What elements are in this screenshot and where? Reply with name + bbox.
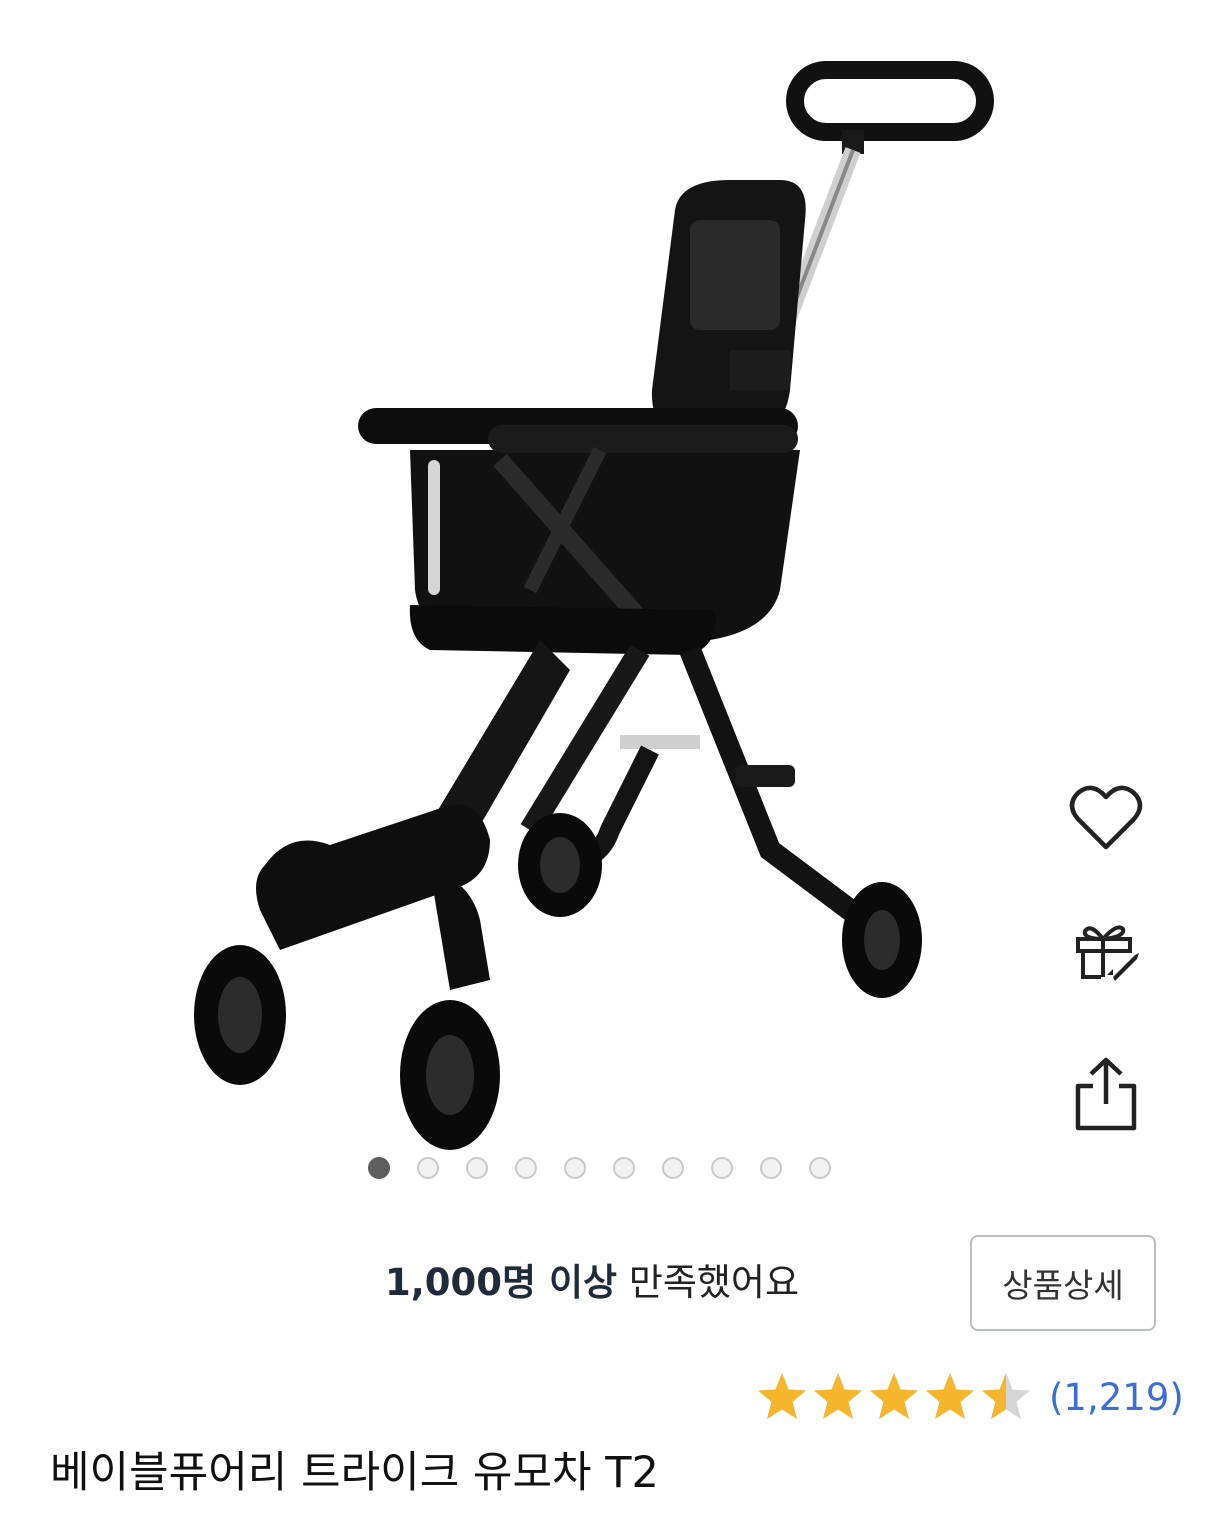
share-icon — [1075, 1057, 1137, 1131]
satisfaction-highlight: 1,000명 이상 — [385, 1261, 618, 1304]
satisfaction-rest: 만족했어요 — [628, 1261, 800, 1304]
wishlist-button[interactable] — [1058, 770, 1154, 866]
share-button[interactable] — [1058, 1046, 1154, 1142]
pagination-dot[interactable] — [515, 1157, 537, 1179]
star-icon — [814, 1373, 862, 1419]
pagination-dot[interactable] — [613, 1157, 635, 1179]
product-detail-button[interactable]: 상품상세 — [970, 1235, 1156, 1331]
pagination-dot[interactable] — [417, 1157, 439, 1179]
rating-stars — [755, 1370, 1035, 1424]
heart-icon — [1069, 785, 1143, 850]
pagination-dot[interactable] — [809, 1157, 831, 1179]
star-icon — [870, 1373, 918, 1419]
gift-button[interactable] — [1058, 904, 1154, 1000]
review-count-link[interactable]: (1,219) — [1049, 1376, 1184, 1419]
pagination-dot[interactable] — [466, 1157, 488, 1179]
image-pagination — [368, 1157, 858, 1179]
product-title: 베이블퓨어리 트라이크 유모차 T2 — [50, 1448, 659, 1498]
pagination-dot[interactable] — [711, 1157, 733, 1179]
gift-rocket-icon — [1076, 925, 1139, 981]
rating-summary[interactable]: (1,219) — [755, 1368, 1184, 1426]
pagination-dot[interactable] — [662, 1157, 684, 1179]
star-icon — [758, 1373, 806, 1419]
star-icon — [926, 1373, 974, 1419]
pagination-dot[interactable] — [564, 1157, 586, 1179]
stroller-product-image — [194, 61, 994, 1150]
satisfaction-text: 1,000명 이상 만족했어요 — [385, 1258, 799, 1308]
pagination-dot[interactable] — [368, 1157, 390, 1179]
pagination-dot[interactable] — [760, 1157, 782, 1179]
product-image-gallery[interactable] — [0, 0, 1206, 1200]
star-icon — [982, 1373, 1030, 1419]
